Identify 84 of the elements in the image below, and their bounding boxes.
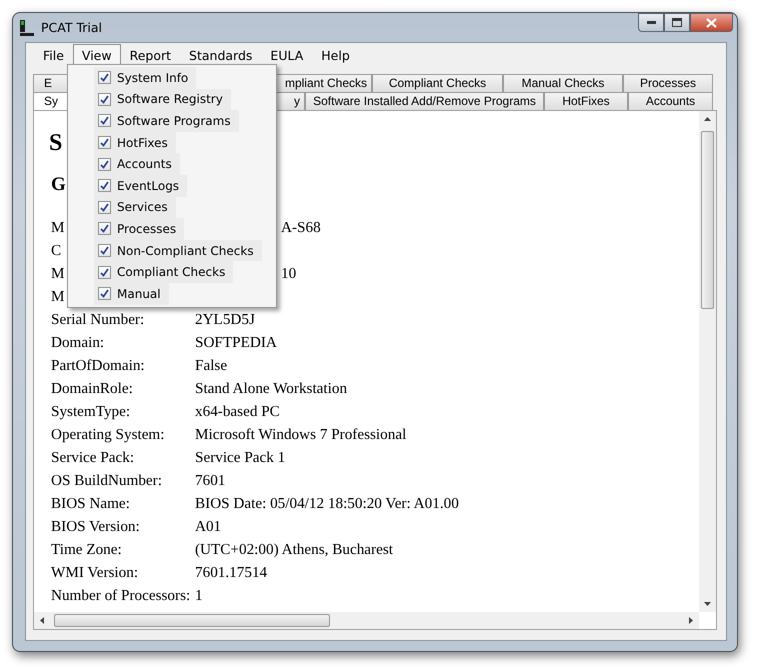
field-label: PartOfDomain: (51, 356, 146, 376)
minimize-icon (646, 20, 656, 24)
scroll-thumb[interactable] (701, 131, 714, 309)
field-value: SOFTPEDIA (195, 333, 277, 353)
field-value: 10 (281, 264, 296, 284)
checkbox[interactable] (98, 287, 111, 300)
tab[interactable]: Accounts (628, 92, 713, 110)
field-value: 7601 (195, 471, 226, 491)
field-label: Service Pack: (51, 448, 136, 468)
checkbox[interactable] (98, 71, 111, 84)
menu-item[interactable]: Manual (94, 282, 169, 305)
maximize-icon (672, 18, 682, 27)
tab[interactable]: Compliant Checks (372, 74, 503, 92)
minimize-button[interactable] (638, 13, 664, 32)
app-icon (19, 19, 35, 37)
field-label: BIOS Name: (51, 494, 131, 514)
field-label: M (51, 264, 66, 284)
horizontal-scrollbar[interactable] (34, 612, 699, 629)
checkbox[interactable] (98, 136, 111, 150)
field-value: Service Pack 1 (195, 448, 286, 468)
field-value: Stand Alone Workstation (195, 379, 348, 399)
field-label: M (51, 287, 66, 307)
field-label: Time Zone: (51, 540, 123, 560)
checkbox[interactable] (98, 158, 111, 171)
field-value: Microsoft Windows 7 Professional (195, 425, 406, 445)
tab[interactable]: Manual Checks (503, 74, 623, 92)
menu-item[interactable]: Non-Compliant Checks (94, 240, 262, 262)
menu-item[interactable]: Software Programs (94, 110, 239, 132)
close-icon (706, 18, 717, 28)
field-value: 1 (195, 586, 203, 606)
field-label: OS BuildNumber: (51, 471, 163, 491)
checkbox[interactable] (98, 244, 111, 258)
field-label: M (51, 218, 66, 238)
maximize-button[interactable] (664, 13, 690, 32)
field-label: BIOS Version: (51, 517, 141, 537)
window-title: PCAT Trial (41, 18, 102, 37)
field-label: DomainRole: (51, 379, 134, 399)
menu-item[interactable]: Services (94, 196, 176, 218)
field-label: C (51, 241, 62, 261)
field-value: False (195, 356, 228, 376)
menu-item[interactable]: HotFixes (94, 132, 176, 154)
field-value: 2YL5D5J (195, 310, 255, 330)
field-label: WMI Version: (51, 563, 140, 583)
field-label: Domain: (51, 333, 106, 353)
menu-item[interactable]: View (72, 44, 121, 66)
vertical-scrollbar[interactable] (699, 111, 716, 612)
scroll-left-icon[interactable] (40, 617, 44, 624)
checkbox[interactable] (98, 266, 111, 279)
checkbox[interactable] (98, 222, 111, 236)
menu-item[interactable]: Report (120, 44, 180, 66)
tab[interactable]: HotFixes (544, 92, 628, 110)
section-heading: G (51, 174, 66, 196)
field-label: SystemType: (51, 402, 132, 422)
menu-item[interactable]: Accounts (94, 153, 180, 175)
field-value: BIOS Date: 05/04/12 18:50:20 Ver: A01.00 (195, 494, 459, 514)
menu-item[interactable]: File (34, 44, 73, 66)
menu-item[interactable]: EventLogs (94, 174, 188, 197)
field-value: 7601.17514 (195, 563, 268, 583)
field-label: Serial Number: (51, 310, 146, 330)
menu-item[interactable]: Standards (180, 44, 262, 66)
field-value: A-S68 (281, 218, 321, 238)
tab[interactable]: Software Installed Add/Remove Programs (305, 92, 544, 110)
checkbox[interactable] (98, 179, 111, 192)
scroll-thumb[interactable] (54, 614, 330, 627)
field-label: Operating System: (51, 425, 166, 445)
field-value: A01 (195, 517, 222, 537)
menu-item[interactable]: Compliant Checks (94, 261, 234, 283)
tab[interactable]: Processes (623, 74, 713, 92)
field-label: Number of Processors: (51, 586, 192, 606)
scroll-up-icon[interactable] (704, 117, 711, 121)
close-button[interactable] (690, 13, 733, 32)
menu-item[interactable]: Software Registry (94, 88, 231, 110)
scroll-right-icon[interactable] (689, 617, 693, 624)
checkbox[interactable] (98, 114, 111, 128)
menu-item[interactable]: EULA (261, 44, 312, 66)
field-value: x64-based PC (195, 402, 280, 422)
page-heading: S (49, 129, 62, 157)
menu-item[interactable]: Help (312, 44, 359, 66)
scroll-down-icon[interactable] (704, 602, 711, 606)
checkbox[interactable] (98, 92, 111, 106)
menu-item[interactable]: System Info (94, 67, 196, 89)
checkbox[interactable] (98, 200, 111, 214)
field-value: (UTC+02:00) Athens, Bucharest (195, 540, 393, 560)
menu-item[interactable]: Processes (94, 218, 184, 240)
